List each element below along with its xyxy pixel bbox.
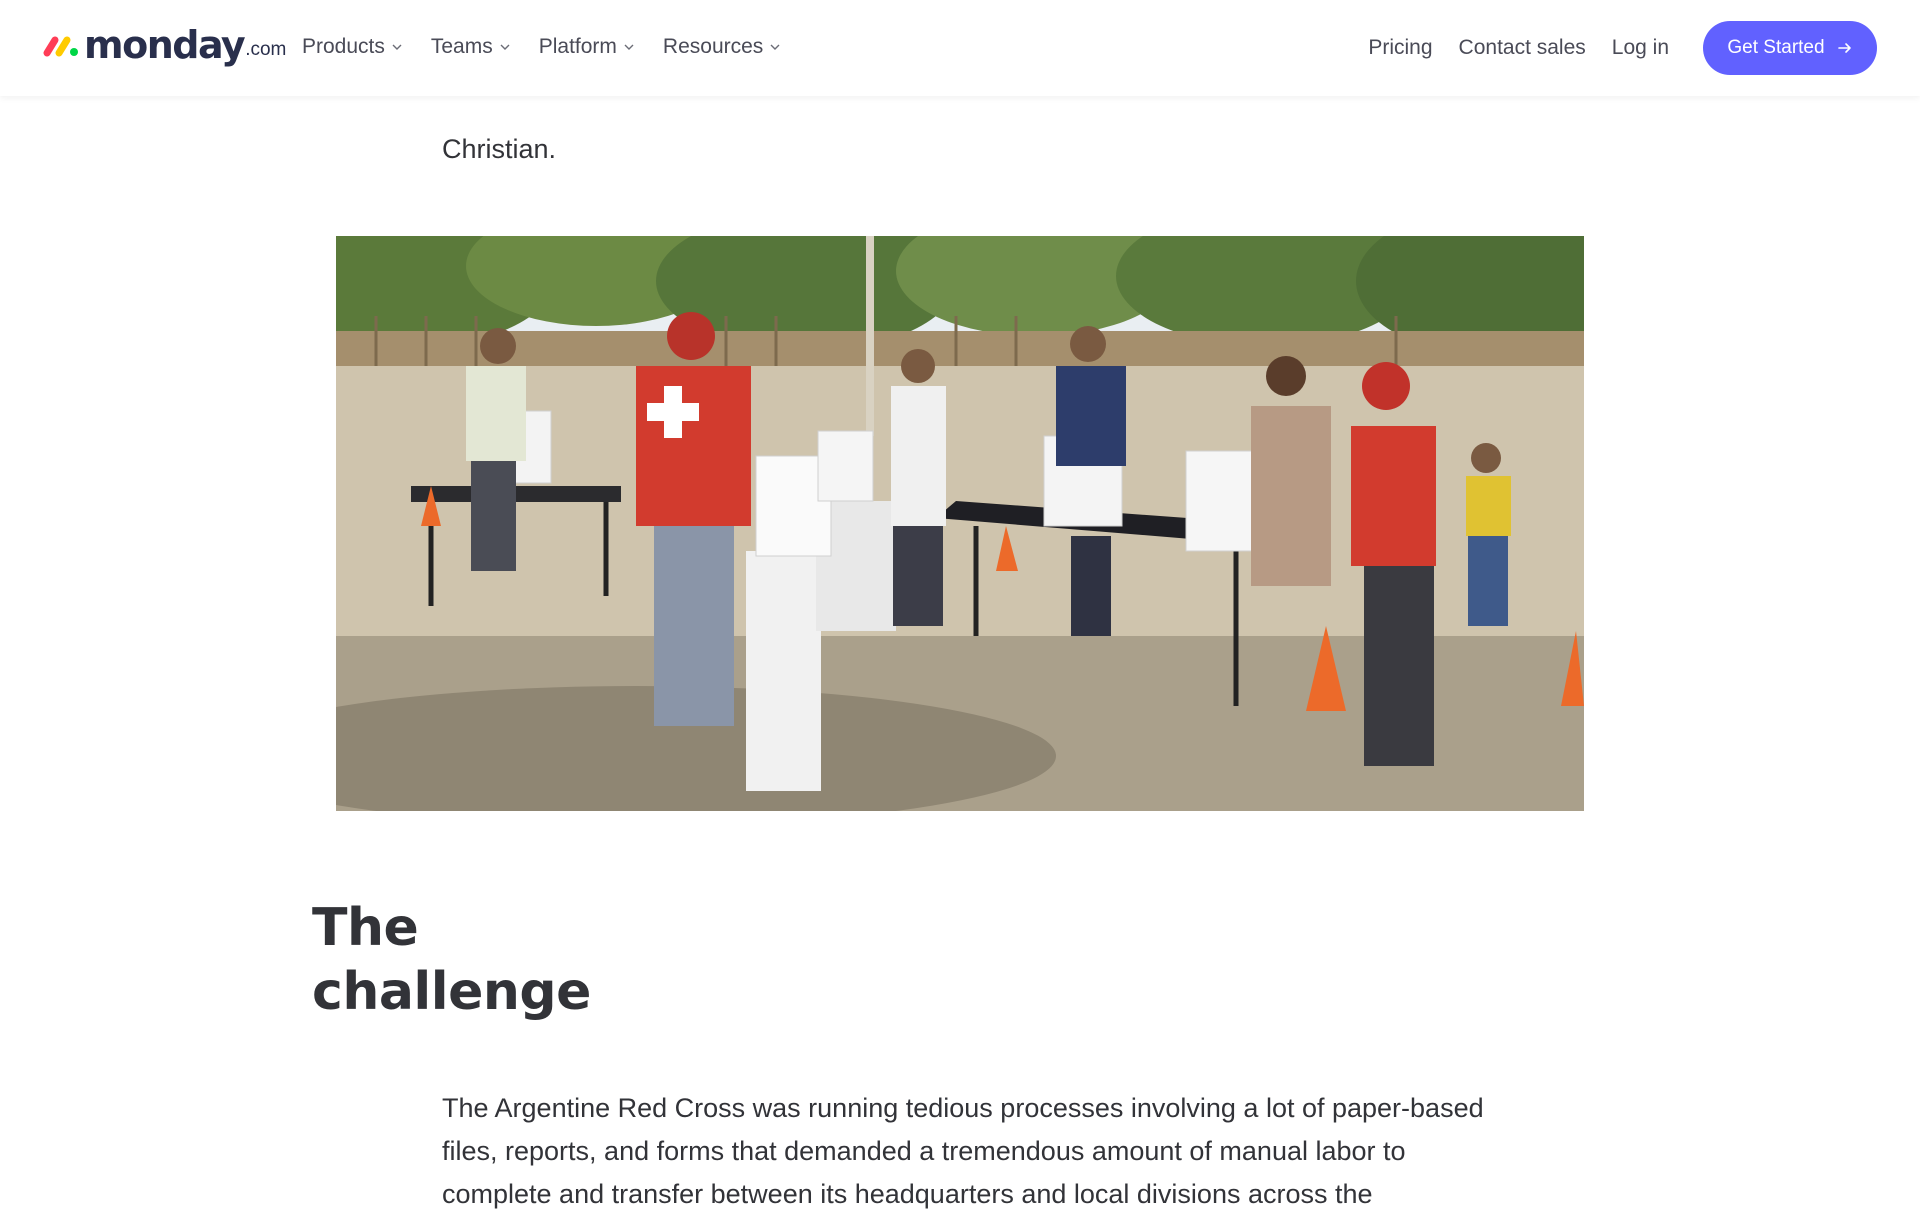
- pricing-link[interactable]: Pricing: [1368, 36, 1432, 60]
- primary-nav: Products Teams Platform Resources: [302, 30, 809, 64]
- nav-resources[interactable]: Resources: [663, 30, 781, 64]
- photo-illustration: [336, 236, 1584, 811]
- chevron-down-icon: [392, 44, 402, 50]
- heading-line-2: challenge: [312, 962, 591, 1022]
- challenge-line-2: files, reports, and forms that demanded …: [442, 1136, 1406, 1166]
- nav-platform-label: Platform: [538, 35, 617, 58]
- logo-wordmark: monday: [84, 23, 246, 67]
- heading-line-1: The: [312, 898, 419, 958]
- get-started-label: Get Started: [1727, 37, 1825, 58]
- challenge-line-1: The Argentine Red Cross was running tedi…: [442, 1093, 1484, 1123]
- challenge-line-3: complete and transfer between its headqu…: [442, 1179, 1373, 1209]
- chevron-down-icon: [624, 44, 634, 50]
- top-navigation-bar: monday .com Products Teams Platform Reso…: [0, 0, 1920, 96]
- nav-products-label: Products: [302, 35, 385, 58]
- nav-teams-label: Teams: [430, 35, 493, 58]
- challenge-paragraph: The Argentine Red Cross was running tedi…: [442, 1087, 1502, 1216]
- chevron-down-icon: [770, 44, 780, 50]
- logo-suffix: .com: [245, 39, 287, 60]
- nav-platform[interactable]: Platform: [539, 30, 635, 64]
- nav-resources-label: Resources: [662, 35, 764, 58]
- chevron-down-icon: [500, 44, 510, 50]
- arrow-right-icon: [1837, 43, 1851, 53]
- nav-teams[interactable]: Teams: [431, 30, 511, 64]
- section-heading-challenge: The challenge: [312, 896, 591, 1024]
- contact-sales-link[interactable]: Contact sales: [1459, 36, 1586, 60]
- monday-logo[interactable]: monday .com: [42, 20, 286, 70]
- secondary-nav: Pricing Contact sales Log in Get Started: [1342, 21, 1920, 75]
- log-in-link[interactable]: Log in: [1612, 36, 1669, 60]
- get-started-button[interactable]: Get Started: [1703, 21, 1877, 75]
- intro-tail-text: Christian.: [442, 134, 557, 164]
- red-cross-volunteers-photo: [336, 236, 1584, 811]
- monday-logo-mark-icon: [43, 36, 78, 57]
- nav-products[interactable]: Products: [302, 30, 403, 64]
